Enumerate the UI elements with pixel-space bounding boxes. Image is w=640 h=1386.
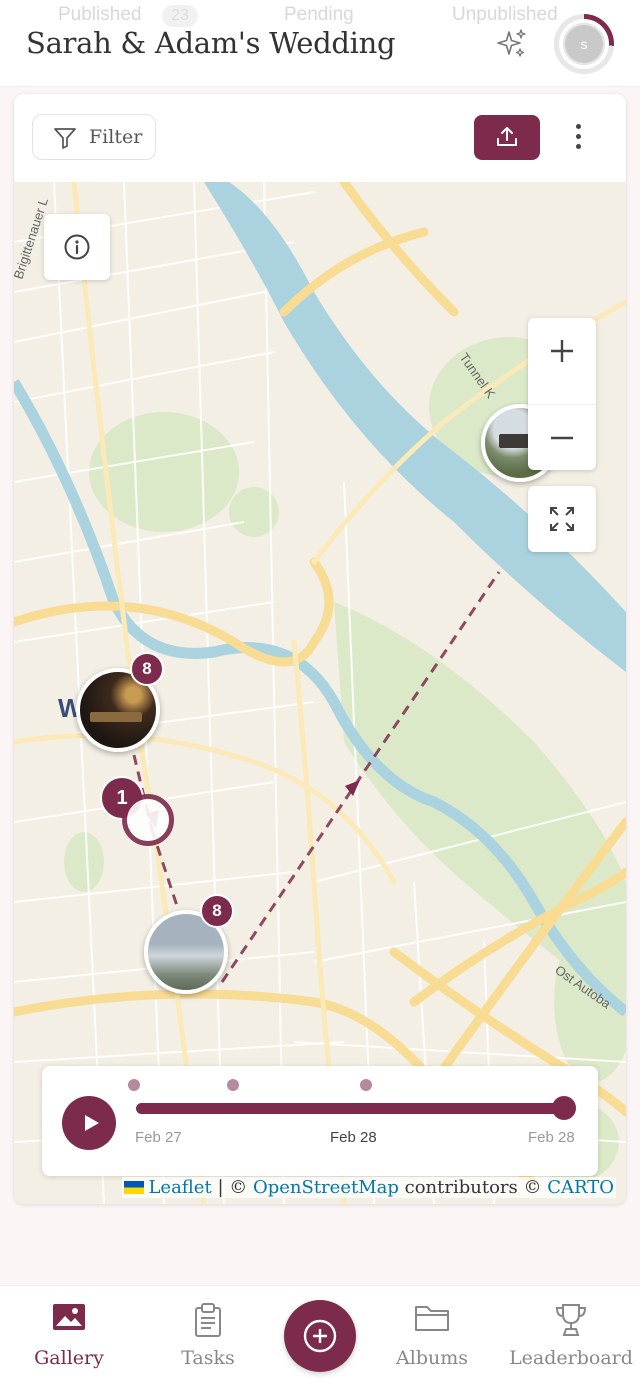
status-tabs-ghost: Published 23 Pending Unpublished [0, 2, 640, 28]
timeline-panel: Feb 27 Feb 28 Feb 28 [42, 1066, 598, 1176]
timeline-slider-thumb[interactable] [552, 1096, 576, 1120]
fullscreen-button[interactable] [528, 486, 596, 552]
expand-icon [550, 507, 574, 531]
filter-button[interactable]: Filter [32, 114, 156, 160]
add-photo-button[interactable] [284, 1300, 356, 1372]
cluster-count-badge: 8 [130, 652, 164, 686]
nav-albums[interactable]: Albums [362, 1286, 502, 1386]
map-toolbar: Filter [14, 94, 626, 183]
osm-link[interactable]: OpenStreetMap [253, 1177, 399, 1198]
play-icon [85, 1115, 99, 1131]
attribution-sep: | © [217, 1177, 248, 1198]
bottom-navigation: Gallery Tasks Albums Leaderboard [0, 1285, 640, 1386]
filter-icon [54, 128, 76, 149]
timeline-track[interactable] [136, 1103, 566, 1114]
tab-unpublished[interactable]: Unpublished [452, 4, 558, 26]
avatar-progress-ring[interactable]: s [554, 14, 614, 74]
ukraine-flag-icon [124, 1181, 145, 1194]
nav-leaderboard-label: Leaderboard [509, 1347, 633, 1369]
zoom-in-button[interactable] [528, 318, 596, 384]
map-view[interactable]: Brigittenauer L Tunnel K Ost Autoba W 8 … [14, 182, 626, 1204]
nav-gallery[interactable]: Gallery [0, 1286, 138, 1386]
filter-label: Filter [89, 126, 143, 148]
timeline-mid-label: Feb 28 [330, 1129, 377, 1146]
upload-button[interactable] [474, 115, 540, 160]
avatar-initial: s [563, 23, 605, 65]
trophy-icon [555, 1304, 587, 1336]
folder-icon [415, 1306, 449, 1331]
minus-icon [551, 436, 573, 440]
avatar[interactable]: s [559, 19, 609, 69]
cluster-count-badge: 8 [200, 894, 234, 928]
nav-gallery-label: Gallery [34, 1347, 104, 1369]
zoom-control [528, 318, 596, 470]
more-options-icon[interactable] [570, 124, 586, 150]
sparkle-icon[interactable] [496, 28, 528, 60]
clipboard-icon [195, 1303, 221, 1337]
timeline-event-dot[interactable] [360, 1079, 372, 1091]
carto-link[interactable]: CARTO [547, 1177, 614, 1198]
image-icon [53, 1304, 85, 1330]
published-count-badge: 23 [162, 5, 198, 27]
timeline-event-dot[interactable] [128, 1079, 140, 1091]
info-icon [64, 234, 90, 260]
page-title: Sarah & Adam's Wedding [26, 26, 396, 60]
nav-leaderboard[interactable]: Leaderboard [502, 1286, 640, 1386]
leaflet-link[interactable]: Leaflet [148, 1177, 211, 1198]
app-header: Published 23 Pending Unpublished Sarah &… [0, 0, 640, 87]
upload-icon [497, 127, 517, 146]
info-button[interactable] [44, 214, 110, 280]
map-card: Filter Brigittenauer L Tunnel K Ost Auto… [14, 94, 626, 1204]
plus-circle-icon [303, 1319, 337, 1353]
tab-published[interactable]: Published [58, 4, 141, 26]
plus-icon [551, 340, 573, 362]
nav-tasks-label: Tasks [181, 1347, 235, 1369]
zoom-out-button[interactable] [528, 404, 596, 471]
map-attribution: Leaflet | © OpenStreetMap contributors ©… [122, 1177, 616, 1198]
play-button[interactable] [62, 1096, 116, 1150]
tab-pending[interactable]: Pending [284, 4, 354, 26]
timeline-start-label: Feb 27 [135, 1129, 182, 1146]
nav-tasks[interactable]: Tasks [138, 1286, 278, 1386]
nav-albums-label: Albums [396, 1347, 468, 1369]
timeline-event-dot[interactable] [227, 1079, 239, 1091]
timeline-end-label: Feb 28 [528, 1129, 575, 1146]
location-ring-marker[interactable] [122, 794, 174, 846]
attribution-contributors: contributors © [404, 1177, 542, 1198]
